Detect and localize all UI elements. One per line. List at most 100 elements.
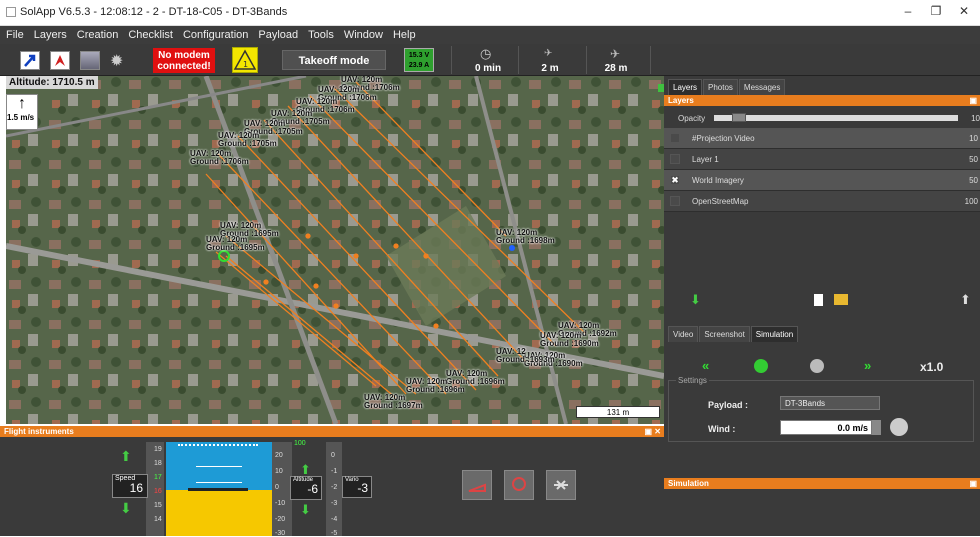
menu-window[interactable]: Window xyxy=(344,29,383,41)
speed-tick: 16 xyxy=(154,488,162,495)
speed-tick: 14 xyxy=(154,516,162,523)
wp-label-15: UAV: 120m Ground :1696m xyxy=(406,378,465,394)
takeoff-tool-icon[interactable] xyxy=(50,51,70,70)
wind-arrow-icon: ↑ xyxy=(18,95,26,112)
menu-tools[interactable]: Tools xyxy=(308,29,334,41)
speed-box: Speed 16 xyxy=(112,474,148,498)
layer-checkbox[interactable] xyxy=(670,154,680,164)
wp-ground: Ground :1705m xyxy=(218,139,277,148)
layer-row[interactable]: #Projection Video 10 xyxy=(664,128,980,149)
new-layer-icon[interactable] xyxy=(814,294,823,306)
vario-box: Vario -3 xyxy=(342,476,372,498)
open-folder-icon[interactable] xyxy=(834,294,848,305)
speed-tick: 17 xyxy=(154,474,162,481)
flight-mode[interactable]: Takeoff mode xyxy=(282,50,386,70)
wp-label-11: UAV: 120m Ground :1690m xyxy=(540,332,599,348)
layer-down-arrow-icon[interactable]: ⬇ xyxy=(690,292,701,308)
tab-photos[interactable]: Photos xyxy=(703,79,738,95)
opacity-label: Opacity xyxy=(678,114,706,123)
waypoint-marker[interactable] xyxy=(509,245,515,251)
menu-layers[interactable]: Layers xyxy=(34,29,67,41)
return-home-icon[interactable] xyxy=(504,470,534,500)
tab-screenshot[interactable]: Screenshot xyxy=(699,326,750,342)
vario-tape: 0 -1 -2 -3 -4 -5 xyxy=(326,442,342,537)
layer-name: World Imagery xyxy=(692,176,744,185)
layer-checkbox[interactable] xyxy=(670,133,680,143)
simulation-header-title: Simulation xyxy=(668,479,709,488)
wp-ground: Ground :1706m xyxy=(190,157,249,166)
menu-file[interactable]: File xyxy=(6,29,24,41)
speed-down-arrow-icon[interactable]: ⬇ xyxy=(120,500,132,517)
layers-header-title: Layers xyxy=(668,96,694,105)
arrow-tool-icon[interactable] xyxy=(20,51,40,70)
undock-close-icon[interactable]: ▣ ✕ xyxy=(645,426,661,437)
land-action-icon[interactable] xyxy=(462,470,492,500)
photo-tool-icon[interactable] xyxy=(80,51,100,70)
layer-up-arrow-icon[interactable]: ⬆ xyxy=(960,292,971,308)
stop-icon[interactable] xyxy=(810,359,824,373)
menu-creation[interactable]: Creation xyxy=(77,29,119,41)
satellite-map xyxy=(6,76,664,424)
minimize-button[interactable]: – xyxy=(898,4,918,18)
layer-opacity: 10 xyxy=(969,134,978,143)
payload-select[interactable]: DT-3Bands xyxy=(780,396,880,410)
opacity-row: Opacity 10 xyxy=(664,106,980,128)
speed-tick: 19 xyxy=(154,446,162,453)
wp-ground: Ground :1697m xyxy=(364,401,423,410)
tab-layers[interactable]: Layers xyxy=(668,79,703,95)
speed-up-arrow-icon[interactable]: ⬆ xyxy=(120,448,132,465)
layer-row[interactable]: Layer 1 50 xyxy=(664,149,980,170)
distance-home: 2 m xyxy=(541,63,559,74)
opacity-slider[interactable] xyxy=(714,115,958,121)
tab-simulation[interactable]: Simulation xyxy=(750,326,799,342)
play-icon[interactable] xyxy=(754,359,768,373)
opacity-slider-handle[interactable] xyxy=(732,113,746,122)
wp-ground: Ground :1696m xyxy=(406,385,465,394)
simulation-header: Simulation ▣ xyxy=(664,478,980,489)
layer-row[interactable]: ✖ World Imagery 50 xyxy=(664,170,980,191)
layer-checkbox[interactable]: ✖ xyxy=(670,175,680,185)
divider xyxy=(586,46,587,74)
toolbar: ✹ No modem connected! 1 Takeoff mode 15.… xyxy=(0,44,980,76)
wp-label-6: UAV: 120m Ground :1706m xyxy=(190,150,249,166)
layer-checkbox[interactable] xyxy=(670,196,680,206)
wp-label-8: UAV: 120m Ground :1695m xyxy=(206,236,265,252)
maximize-button[interactable]: ❐ xyxy=(926,4,946,18)
alt-tick: -20 xyxy=(275,516,286,523)
wind-input[interactable]: 0.0 m/s xyxy=(780,420,872,435)
map-view[interactable]: Altitude: 1710.5 m ↑ 1.5 m/s UAV: 120m Gr… xyxy=(6,76,664,424)
tab-messages[interactable]: Messages xyxy=(738,79,786,95)
undock-icon[interactable]: ▣ xyxy=(969,478,977,489)
wind-direction-dial[interactable] xyxy=(890,418,908,436)
close-button[interactable]: ✕ xyxy=(954,4,974,18)
alt-down-arrow-icon[interactable]: ⬇ xyxy=(300,502,311,518)
speed-tape: 19 18 17 16 15 14 xyxy=(146,442,164,536)
menu-help[interactable]: Help xyxy=(393,29,416,41)
layer-name: #Projection Video xyxy=(692,134,755,143)
map-scale: 131 m xyxy=(576,406,660,418)
altitude-icon: ✈ xyxy=(610,47,621,61)
tab-video[interactable]: Video xyxy=(668,326,699,342)
settings-gear-icon[interactable]: ✹ xyxy=(110,51,123,71)
menu-configuration[interactable]: Configuration xyxy=(183,29,248,41)
menu-payload[interactable]: Payload xyxy=(258,29,298,41)
speed-tick: 15 xyxy=(154,502,162,509)
divider xyxy=(650,46,651,74)
warning-icon[interactable]: 1 xyxy=(232,47,258,73)
abort-icon[interactable] xyxy=(546,470,576,500)
horizon-ground xyxy=(166,490,272,536)
window-title: SolApp V6.5.3 - 12:08:12 - 2 - DT-18-C05… xyxy=(20,6,288,18)
battery-current: 23.9 A xyxy=(408,62,430,69)
flight-time: 0 min xyxy=(474,63,502,74)
layer-name: Layer 1 xyxy=(692,155,719,164)
layer-name: OpenStreetMap xyxy=(692,197,749,206)
undock-icon[interactable]: ▣ xyxy=(969,95,977,106)
wp-label-9: UAV: 120m Ground :1698m xyxy=(496,229,555,245)
menu-checklist[interactable]: Checklist xyxy=(128,29,173,41)
layer-opacity: 50 xyxy=(969,155,978,164)
rewind-icon[interactable]: « xyxy=(702,358,709,373)
alt-top-value: 100 xyxy=(294,440,306,447)
fast-forward-icon[interactable]: » xyxy=(864,358,871,373)
layer-row[interactable]: OpenStreetMap 100 xyxy=(664,191,980,212)
wind-spinner[interactable] xyxy=(872,420,881,435)
